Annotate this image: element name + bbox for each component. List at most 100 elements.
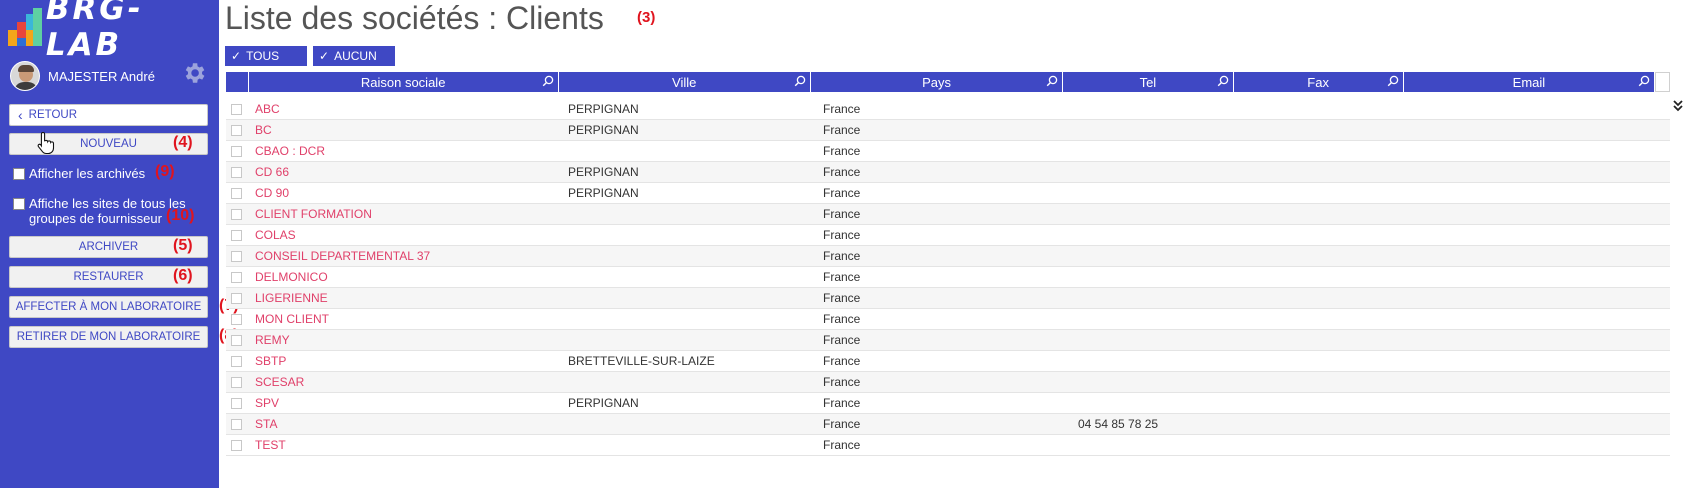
cell-ville <box>562 309 817 330</box>
cell-raison-sociale-link[interactable]: CLIENT FORMATION <box>249 204 562 225</box>
table-row[interactable]: TEST France <box>226 435 1670 456</box>
retour-label: RETOUR <box>28 109 78 121</box>
cell-raison-sociale-link[interactable]: DELMONICO <box>249 267 562 288</box>
cell-raison-sociale-link[interactable]: ABC <box>249 99 562 120</box>
row-checkbox[interactable] <box>231 145 242 157</box>
retirer-laboratoire-button[interactable]: RETIRER DE MON LABORATOIRE <box>9 326 208 348</box>
cell-raison-sociale-link[interactable]: STA <box>249 414 562 435</box>
cell-raison-sociale-link[interactable]: LIGERIENNE <box>249 288 562 309</box>
search-icon[interactable] <box>1387 75 1399 87</box>
column-header-pays[interactable]: Pays <box>810 72 1064 92</box>
row-checkbox[interactable] <box>231 229 242 241</box>
row-checkbox[interactable] <box>231 250 242 262</box>
cell-raison-sociale-link[interactable]: CONSEIL DEPARTEMENTAL 37 <box>249 246 562 267</box>
search-icon[interactable] <box>794 75 806 87</box>
row-checkbox[interactable] <box>231 124 242 136</box>
user-profile[interactable]: MAJESTER André <box>10 60 210 92</box>
table-row[interactable]: LIGERIENNE France <box>226 288 1670 309</box>
row-checkbox[interactable] <box>231 292 242 304</box>
app-logo[interactable]: BRG-LAB <box>8 0 219 63</box>
column-label: Fax <box>1307 74 1329 90</box>
row-checkbox[interactable] <box>231 166 242 178</box>
row-select-cell <box>226 162 249 183</box>
cell-email <box>1416 204 1670 225</box>
table-row[interactable]: SCESAR France <box>226 372 1670 393</box>
cell-raison-sociale-link[interactable]: MON CLIENT <box>249 309 562 330</box>
cell-raison-sociale-link[interactable]: TEST <box>249 435 562 456</box>
cell-pays: France <box>823 207 861 221</box>
row-checkbox[interactable] <box>231 355 242 367</box>
table-row[interactable]: CONSEIL DEPARTEMENTAL 37 France <box>226 246 1670 267</box>
table-row[interactable]: REMY France <box>226 330 1670 351</box>
row-checkbox[interactable] <box>231 397 242 409</box>
cell-raison-sociale-link[interactable]: SBTP <box>249 351 562 372</box>
table-row[interactable]: CD 66 PERPIGNAN France <box>226 162 1670 183</box>
column-label: Tel <box>1139 74 1157 90</box>
affiche-sites-option[interactable]: Affiche les sites de tous les groupes de… <box>13 196 186 226</box>
cell-raison-sociale-link[interactable]: REMY <box>249 330 562 351</box>
column-header-fax[interactable]: Fax <box>1233 72 1404 92</box>
row-checkbox[interactable] <box>231 313 242 325</box>
cell-fax <box>1244 183 1416 204</box>
cell-raison-sociale-link[interactable]: COLAS <box>249 225 562 246</box>
search-icon[interactable] <box>542 75 554 87</box>
column-header-raison-sociale[interactable]: Raison sociale <box>248 72 559 92</box>
afficher-archives-checkbox[interactable] <box>13 168 25 180</box>
header-select-cell <box>226 72 249 92</box>
table-row[interactable]: CBAO : DCR France <box>226 141 1670 162</box>
row-checkbox[interactable] <box>231 187 242 199</box>
cell-tel <box>1072 351 1244 372</box>
table-row[interactable]: CD 90 PERPIGNAN France <box>226 183 1670 204</box>
header-spacer <box>1655 72 1670 92</box>
column-header-ville[interactable]: Ville <box>558 72 811 92</box>
avatar[interactable] <box>10 61 40 91</box>
table-row[interactable]: MON CLIENT France <box>226 309 1670 330</box>
cell-raison-sociale-link[interactable]: CD 66 <box>249 162 562 183</box>
cell-tel <box>1072 288 1244 309</box>
afficher-archives-option[interactable]: Afficher les archivés <box>13 166 145 181</box>
table-row[interactable]: SPV PERPIGNAN France <box>226 393 1670 414</box>
select-all-button[interactable]: ✓ TOUS <box>225 46 307 66</box>
row-checkbox[interactable] <box>231 334 242 346</box>
row-select-cell <box>226 309 249 330</box>
cell-fax <box>1244 435 1416 456</box>
row-checkbox[interactable] <box>231 439 242 451</box>
search-icon[interactable] <box>1217 75 1229 87</box>
affecter-laboratoire-button[interactable]: AFFECTER À MON LABORATOIRE <box>9 296 208 318</box>
cell-raison-sociale-link[interactable]: SPV <box>249 393 562 414</box>
retour-button[interactable]: ‹ RETOUR <box>9 104 208 126</box>
cell-raison-sociale-link[interactable]: CBAO : DCR <box>249 141 562 162</box>
gear-icon[interactable] <box>181 60 207 86</box>
row-checkbox[interactable] <box>231 208 242 220</box>
row-checkbox[interactable] <box>231 103 242 115</box>
cell-raison-sociale-link[interactable]: SCESAR <box>249 372 562 393</box>
table-row[interactable]: ABC PERPIGNAN France <box>226 99 1670 120</box>
double-chevron-down-icon[interactable] <box>1673 100 1683 112</box>
cell-ville <box>562 288 817 309</box>
table-row[interactable]: BC PERPIGNAN France <box>226 120 1670 141</box>
affiche-sites-checkbox[interactable] <box>13 198 25 210</box>
table-row[interactable]: SBTP BRETTEVILLE-SUR-LAIZE France <box>226 351 1670 372</box>
cell-tel <box>1072 393 1244 414</box>
annotation-4: (4) <box>173 134 193 151</box>
table-row[interactable]: STA France 04 54 85 78 25 <box>226 414 1670 435</box>
row-checkbox[interactable] <box>231 418 242 430</box>
column-header-email[interactable]: Email <box>1403 72 1656 92</box>
cell-pays: France <box>823 438 861 452</box>
search-icon[interactable] <box>1638 75 1650 87</box>
row-checkbox[interactable] <box>231 271 242 283</box>
table-row[interactable]: CLIENT FORMATION France <box>226 204 1670 225</box>
user-name: MAJESTER André <box>48 68 155 84</box>
cell-pays: France <box>823 102 861 116</box>
affiche-sites-label-line2: groupes de fournisseur <box>29 211 162 226</box>
column-header-tel[interactable]: Tel <box>1063 72 1234 92</box>
row-select-cell <box>226 351 249 372</box>
select-none-button[interactable]: ✓ AUCUN <box>313 46 395 66</box>
table-row[interactable]: DELMONICO France <box>226 267 1670 288</box>
search-icon[interactable] <box>1046 75 1058 87</box>
table-row[interactable]: COLAS France <box>226 225 1670 246</box>
cell-raison-sociale-link[interactable]: BC <box>249 120 562 141</box>
cell-email <box>1416 141 1670 162</box>
row-checkbox[interactable] <box>231 376 242 388</box>
cell-raison-sociale-link[interactable]: CD 90 <box>249 183 562 204</box>
